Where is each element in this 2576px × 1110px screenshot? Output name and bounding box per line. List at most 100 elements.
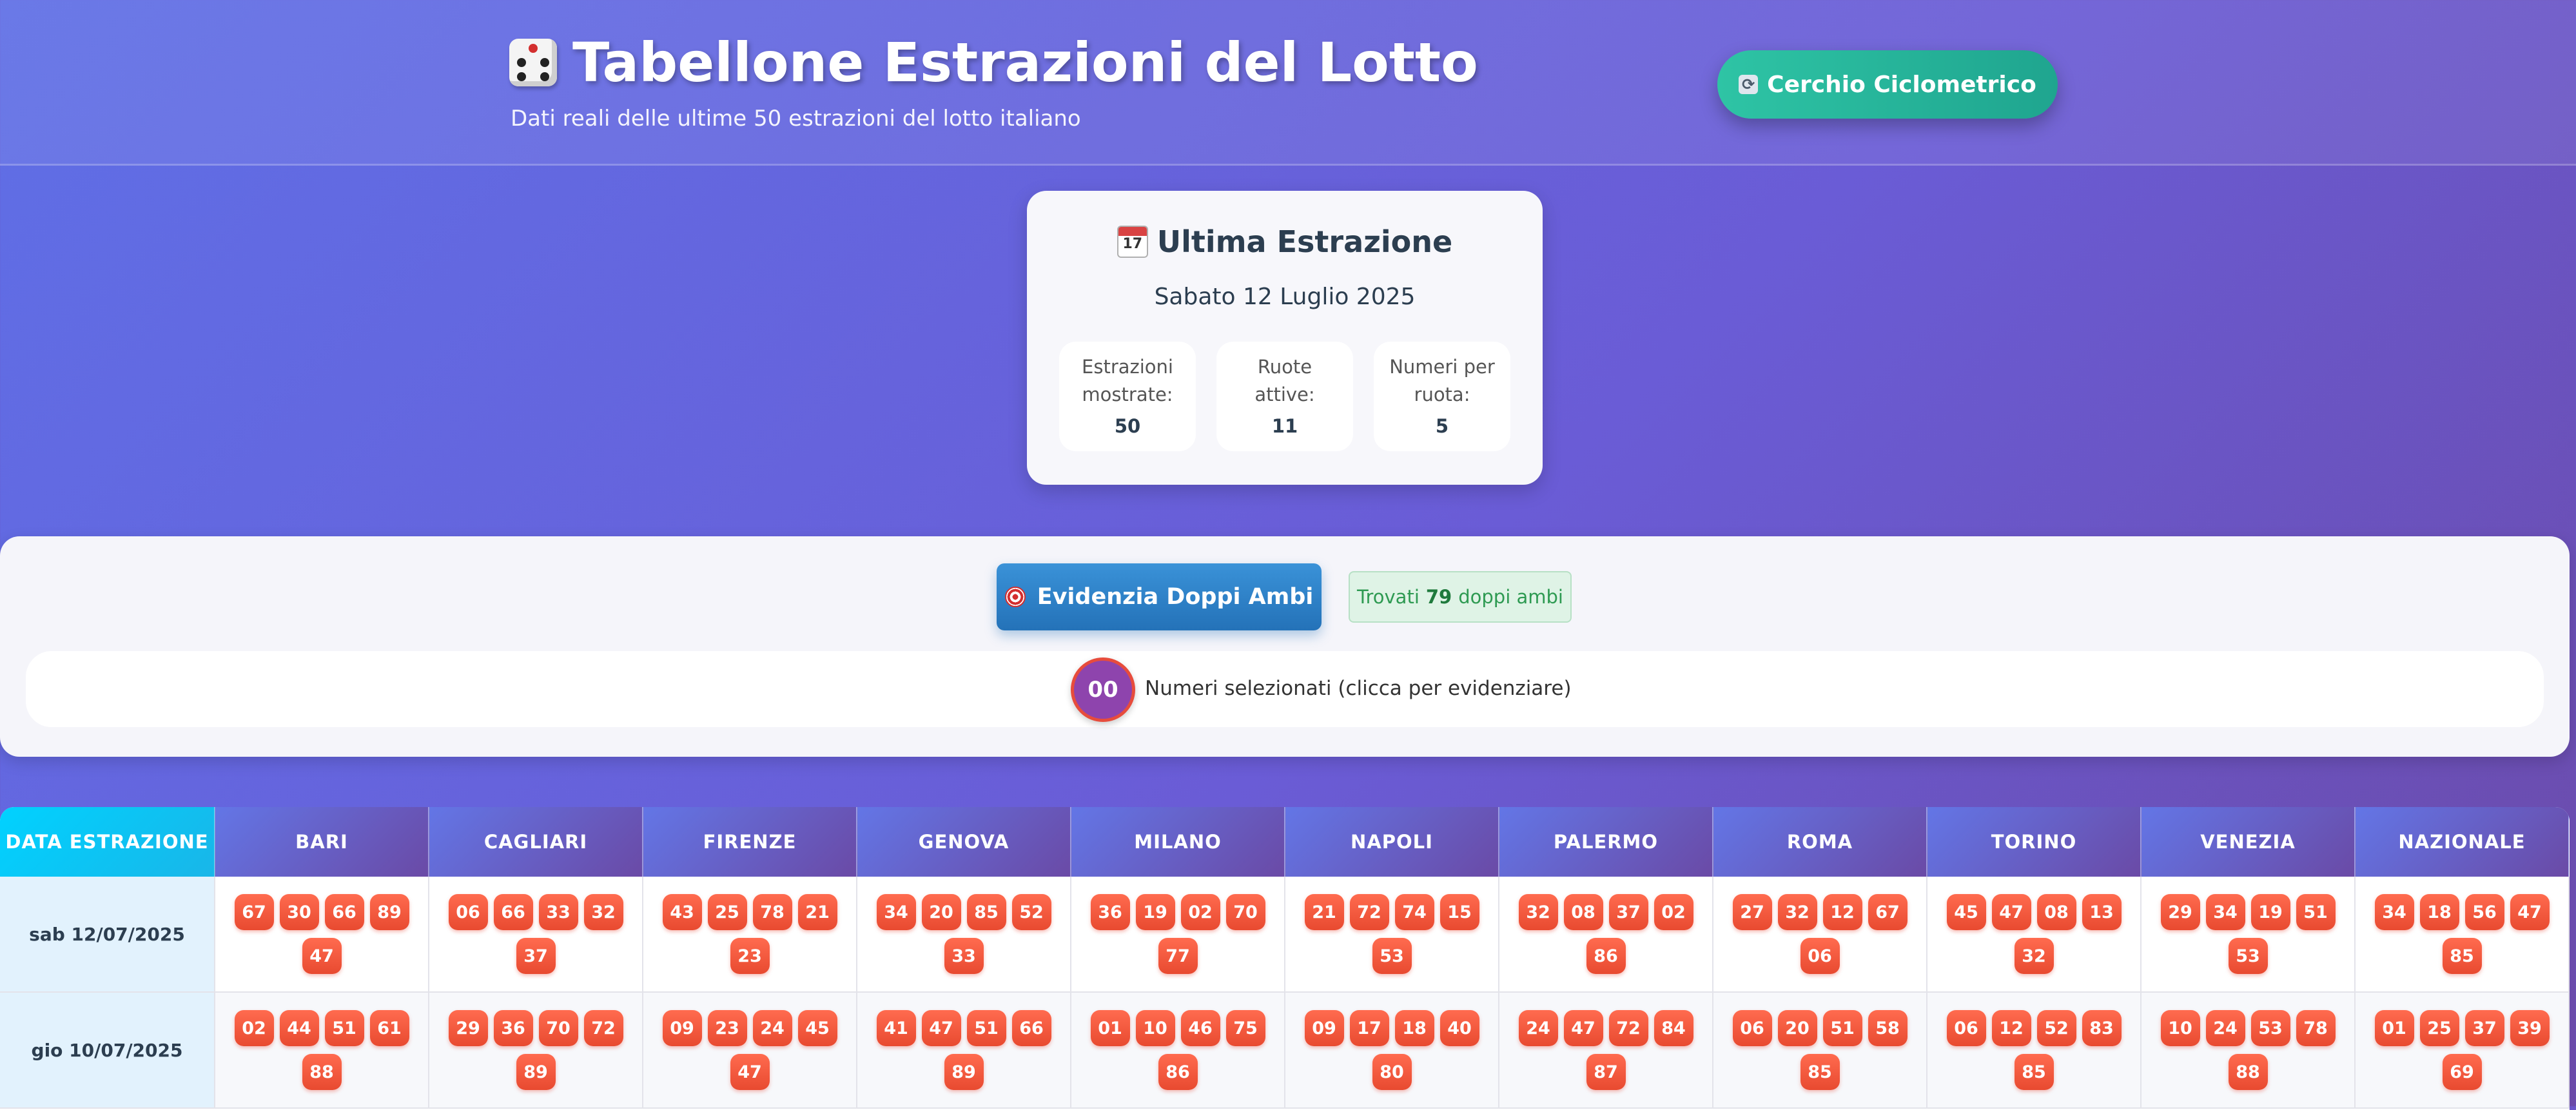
lotto-number[interactable]: 53 — [1372, 938, 1412, 974]
lotto-number[interactable]: 15 — [1439, 894, 1479, 930]
lotto-number[interactable]: 12 — [1822, 894, 1862, 930]
lotto-number[interactable]: 37 — [1608, 894, 1648, 930]
lotto-number[interactable]: 09 — [662, 1010, 702, 1046]
lotto-number[interactable]: 58 — [1868, 1010, 1908, 1046]
lotto-number[interactable]: 12 — [1991, 1010, 2031, 1046]
lotto-number[interactable]: 56 — [2464, 894, 2504, 930]
lotto-number[interactable]: 86 — [1586, 938, 1626, 974]
lotto-number[interactable]: 36 — [493, 1010, 533, 1046]
lotto-number[interactable]: 37 — [516, 938, 556, 974]
lotto-number[interactable]: 25 — [707, 894, 747, 930]
lotto-number[interactable]: 27 — [1732, 894, 1772, 930]
lotto-number[interactable]: 32 — [583, 894, 623, 930]
lotto-number[interactable]: 19 — [2250, 894, 2290, 930]
lotto-number[interactable]: 47 — [921, 1010, 961, 1046]
lotto-number[interactable]: 47 — [730, 1054, 770, 1090]
selected-number-ball[interactable]: 00 — [1071, 657, 1135, 722]
lotto-number[interactable]: 02 — [1180, 894, 1220, 930]
lotto-number[interactable]: 10 — [2160, 1010, 2200, 1046]
lotto-number[interactable]: 06 — [1800, 938, 1840, 974]
lotto-number[interactable]: 74 — [1394, 894, 1434, 930]
lotto-number[interactable]: 34 — [2374, 894, 2414, 930]
cerchio-ciclometrico-button[interactable]: ⟳ Cerchio Ciclometrico — [1717, 50, 2058, 119]
lotto-number[interactable]: 13 — [2082, 894, 2122, 930]
lotto-number[interactable]: 67 — [1868, 894, 1908, 930]
lotto-number[interactable]: 18 — [2419, 894, 2459, 930]
lotto-number[interactable]: 37 — [2464, 1010, 2504, 1046]
lotto-number[interactable]: 21 — [797, 894, 837, 930]
lotto-number[interactable]: 33 — [538, 894, 578, 930]
lotto-number[interactable]: 44 — [279, 1010, 319, 1046]
lotto-number[interactable]: 67 — [234, 894, 274, 930]
lotto-number[interactable]: 72 — [1608, 1010, 1648, 1046]
lotto-number[interactable]: 69 — [2442, 1054, 2482, 1090]
lotto-number[interactable]: 23 — [730, 938, 770, 974]
lotto-number[interactable]: 02 — [1654, 894, 1693, 930]
lotto-number[interactable]: 18 — [1394, 1010, 1434, 1046]
lotto-number[interactable]: 47 — [302, 938, 342, 974]
lotto-number[interactable]: 77 — [1158, 938, 1198, 974]
lotto-number[interactable]: 09 — [1304, 1010, 1344, 1046]
lotto-number[interactable]: 52 — [2036, 1010, 2076, 1046]
lotto-number[interactable]: 84 — [1654, 1010, 1693, 1046]
lotto-number[interactable]: 72 — [1349, 894, 1389, 930]
lotto-number[interactable]: 25 — [2419, 1010, 2459, 1046]
lotto-number[interactable]: 23 — [707, 1010, 747, 1046]
lotto-number[interactable]: 32 — [2014, 938, 2054, 974]
evidenzia-doppi-ambi-button[interactable]: Evidenzia Doppi Ambi — [997, 563, 1322, 630]
lotto-number[interactable]: 39 — [2510, 1010, 2550, 1046]
lotto-number[interactable]: 78 — [2296, 1010, 2336, 1046]
lotto-number[interactable]: 06 — [448, 894, 488, 930]
lotto-number[interactable]: 46 — [1180, 1010, 1220, 1046]
lotto-number[interactable]: 70 — [538, 1010, 578, 1046]
lotto-number[interactable]: 45 — [797, 1010, 837, 1046]
lotto-number[interactable]: 41 — [876, 1010, 916, 1046]
lotto-number[interactable]: 34 — [2205, 894, 2245, 930]
lotto-number[interactable]: 85 — [966, 894, 1006, 930]
lotto-number[interactable]: 10 — [1135, 1010, 1175, 1046]
lotto-number[interactable]: 51 — [324, 1010, 364, 1046]
lotto-number[interactable]: 24 — [1518, 1010, 1558, 1046]
lotto-number[interactable]: 52 — [1011, 894, 1051, 930]
lotto-number[interactable]: 89 — [369, 894, 409, 930]
lotto-number[interactable]: 83 — [2082, 1010, 2122, 1046]
lotto-number[interactable]: 61 — [369, 1010, 409, 1046]
lotto-number[interactable]: 36 — [1090, 894, 1130, 930]
lotto-number[interactable]: 29 — [2160, 894, 2200, 930]
lotto-number[interactable]: 06 — [1946, 1010, 1986, 1046]
lotto-number[interactable]: 89 — [944, 1054, 984, 1090]
lotto-number[interactable]: 33 — [944, 938, 984, 974]
lotto-number[interactable]: 24 — [752, 1010, 792, 1046]
lotto-number[interactable]: 87 — [1586, 1054, 1626, 1090]
lotto-number[interactable]: 47 — [1991, 894, 2031, 930]
lotto-number[interactable]: 51 — [1822, 1010, 1862, 1046]
lotto-number[interactable]: 80 — [1372, 1054, 1412, 1090]
lotto-number[interactable]: 78 — [752, 894, 792, 930]
lotto-number[interactable]: 53 — [2250, 1010, 2290, 1046]
lotto-number[interactable]: 32 — [1518, 894, 1558, 930]
lotto-number[interactable]: 72 — [583, 1010, 623, 1046]
lotto-number[interactable]: 47 — [1563, 1010, 1603, 1046]
lotto-number[interactable]: 47 — [2510, 894, 2550, 930]
lotto-number[interactable]: 85 — [2442, 938, 2482, 974]
lotto-number[interactable]: 21 — [1304, 894, 1344, 930]
lotto-number[interactable]: 85 — [2014, 1054, 2054, 1090]
lotto-number[interactable]: 24 — [2205, 1010, 2245, 1046]
lotto-number[interactable]: 88 — [302, 1054, 342, 1090]
lotto-number[interactable]: 17 — [1349, 1010, 1389, 1046]
lotto-number[interactable]: 20 — [921, 894, 961, 930]
lotto-number[interactable]: 70 — [1225, 894, 1265, 930]
lotto-number[interactable]: 19 — [1135, 894, 1175, 930]
lotto-number[interactable]: 02 — [234, 1010, 274, 1046]
lotto-number[interactable]: 75 — [1225, 1010, 1265, 1046]
lotto-number[interactable]: 45 — [1946, 894, 1986, 930]
lotto-number[interactable]: 86 — [1158, 1054, 1198, 1090]
lotto-number[interactable]: 89 — [516, 1054, 556, 1090]
lotto-number[interactable]: 88 — [2228, 1054, 2268, 1090]
lotto-number[interactable]: 29 — [448, 1010, 488, 1046]
lotto-number[interactable]: 08 — [1563, 894, 1603, 930]
lotto-number[interactable]: 34 — [876, 894, 916, 930]
lotto-number[interactable]: 01 — [1090, 1010, 1130, 1046]
lotto-number[interactable]: 30 — [279, 894, 319, 930]
lotto-number[interactable]: 66 — [493, 894, 533, 930]
